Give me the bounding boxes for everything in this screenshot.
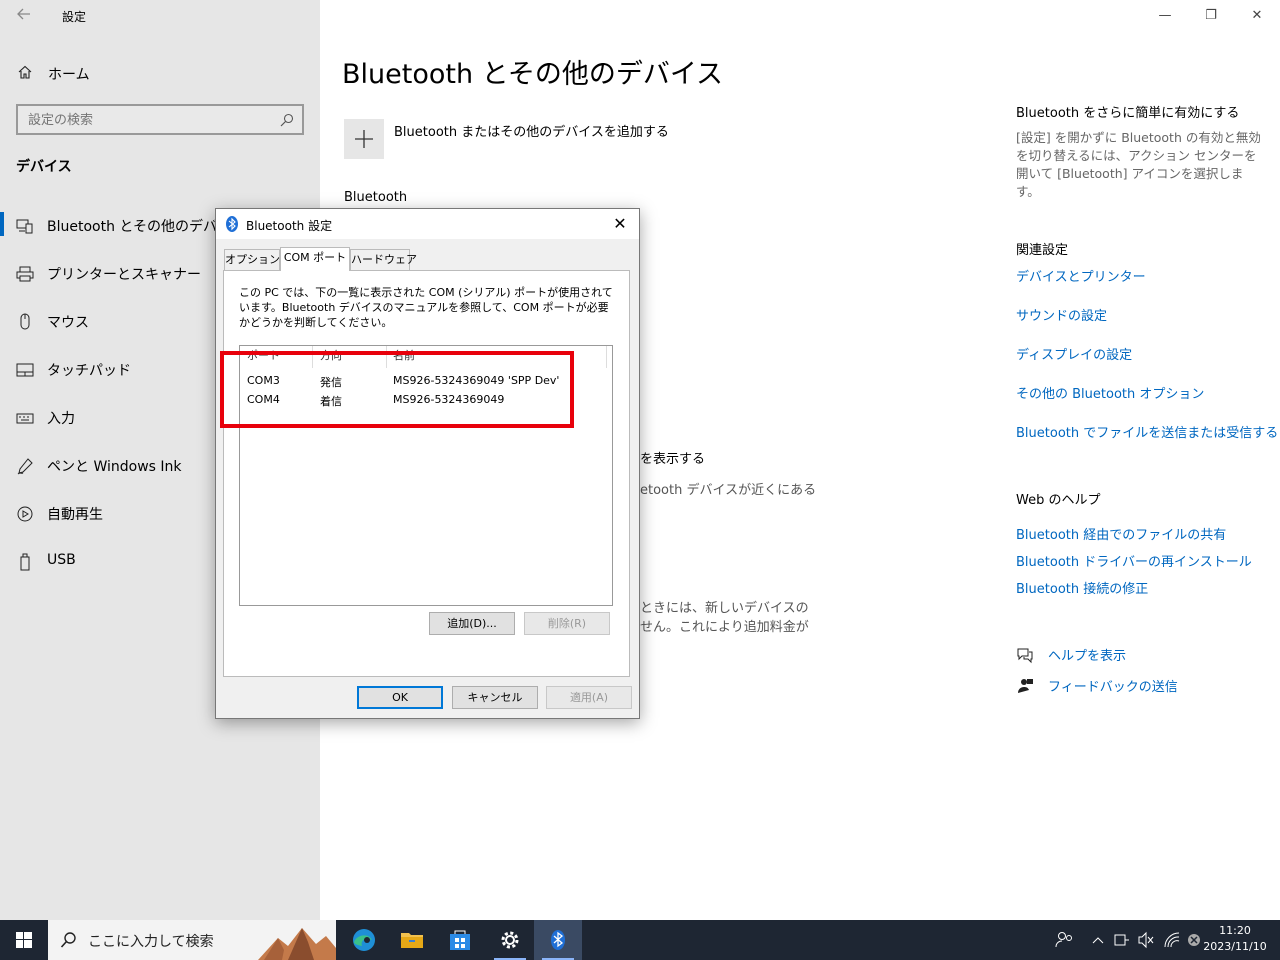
add-device-button[interactable]: Bluetooth またはその他のデバイスを追加する — [344, 119, 744, 159]
keyboard-icon — [16, 409, 34, 427]
link-send-feedback[interactable]: フィードバックの送信 — [1048, 676, 1178, 695]
link-devices-printers[interactable]: デバイスとプリンター — [1016, 266, 1146, 285]
store-icon[interactable] — [436, 920, 484, 960]
com-ports-description: この PC では、下の一覧に表示された COM (シリアル) ポートが使用されて… — [239, 286, 613, 329]
network-icon[interactable] — [1112, 920, 1132, 960]
chevron-up-icon[interactable] — [1088, 920, 1108, 960]
remove-port-button[interactable]: 削除(R) — [524, 612, 610, 635]
window-title: 設定 — [62, 10, 87, 24]
add-port-button[interactable]: 追加(D)... — [429, 612, 515, 635]
taskbar-search-box[interactable]: ここに入力して検索 — [48, 920, 336, 960]
bluetooth-settings-dialog: Bluetooth 設定 ✕ オプション COM ポート ハードウェア この P… — [215, 208, 640, 719]
link-display-settings[interactable]: ディスプレイの設定 — [1016, 344, 1132, 363]
partial-text: ときには、新しいデバイスの — [640, 601, 809, 616]
close-button[interactable]: ✕ — [1247, 6, 1267, 26]
link-send-receive-files[interactable]: Bluetooth でファイルを送信または受信する — [1016, 422, 1278, 441]
taskbar-search-placeholder: ここに入力して検索 — [88, 934, 214, 950]
file-explorer-icon[interactable] — [388, 920, 436, 960]
back-arrow-icon[interactable] — [14, 6, 34, 26]
section-title-devices: デバイス — [16, 159, 72, 175]
dialog-close-button[interactable]: ✕ — [609, 213, 631, 235]
sidebar-item-label: 入力 — [47, 411, 75, 427]
minimize-button[interactable]: — — [1155, 6, 1175, 26]
mouse-icon — [16, 313, 34, 331]
link-more-bluetooth-options[interactable]: その他の Bluetooth オプション — [1016, 383, 1204, 402]
link-get-help[interactable]: ヘルプを表示 — [1048, 645, 1126, 664]
enable-heading: Bluetooth をさらに簡単に有効にする — [1016, 106, 1240, 121]
pen-icon — [16, 457, 34, 475]
column-separator — [606, 346, 607, 368]
settings-search-box[interactable] — [16, 104, 304, 135]
link-fix-connection[interactable]: Bluetooth 接続の修正 — [1016, 578, 1148, 597]
taskbar: ここに入力して検索 11:20 2023/11/10 — [0, 920, 1280, 960]
link-sound-settings[interactable]: サウンドの設定 — [1016, 305, 1107, 324]
home-nav-item[interactable]: ホーム — [0, 58, 320, 88]
tab-com-ports[interactable]: COM ポート — [280, 247, 350, 271]
start-button[interactable] — [0, 920, 48, 960]
tab-hardware[interactable]: ハードウェア — [350, 249, 417, 270]
printer-icon — [16, 265, 34, 283]
help-chat-icon — [1016, 646, 1034, 664]
touchpad-icon — [16, 361, 34, 379]
add-device-label: Bluetooth またはその他のデバイスを追加する — [394, 125, 669, 140]
highlight-box — [220, 351, 574, 428]
feedback-icon — [1016, 677, 1034, 695]
usb-icon — [16, 553, 34, 571]
settings-search-input[interactable] — [28, 110, 268, 130]
sidebar-item-label: ペンと Windows Ink — [47, 459, 182, 475]
wifi-icon[interactable] — [1162, 920, 1182, 960]
home-icon — [17, 64, 33, 80]
link-reinstall-driver[interactable]: Bluetooth ドライバーの再インストール — [1016, 551, 1252, 570]
search-icon — [280, 112, 294, 127]
ok-button[interactable]: OK — [357, 686, 443, 709]
sidebar-item-label: タッチパッド — [47, 363, 131, 379]
search-icon — [60, 931, 78, 949]
home-label: ホーム — [48, 67, 90, 83]
sidebar-item-label: 自動再生 — [47, 507, 103, 523]
bluetooth-section-heading: Bluetooth — [344, 190, 408, 205]
partial-text: etooth デバイスが近くにある — [640, 483, 817, 498]
bluetooth-icon[interactable] — [534, 920, 582, 960]
web-help-heading: Web のヘルプ — [1016, 493, 1101, 508]
clock-time: 11:20 — [1219, 924, 1251, 937]
plus-icon — [344, 119, 384, 159]
partial-text: を表示する — [640, 452, 706, 467]
autoplay-icon — [16, 505, 34, 523]
sidebar-item-label: USB — [47, 552, 76, 568]
apply-button[interactable]: 適用(A) — [546, 686, 632, 709]
sidebar-item-label: プリンターとスキャナー — [47, 267, 201, 283]
link-share-files[interactable]: Bluetooth 経由でのファイルの共有 — [1016, 524, 1226, 543]
related-heading: 関連設定 — [1016, 243, 1069, 258]
settings-icon[interactable] — [486, 920, 534, 960]
com-ports-panel: この PC では、下の一覧に表示された COM (シリアル) ポートが使用されて… — [223, 270, 630, 677]
sidebar-item-label: マウス — [47, 315, 89, 331]
enable-description: [設定] を開かずに Bluetooth の有効と無効を切り替えるには、アクショ… — [1016, 130, 1261, 199]
dialog-titlebar: Bluetooth 設定 ✕ — [216, 209, 639, 239]
restore-button[interactable]: ❐ — [1201, 6, 1221, 26]
tab-options[interactable]: オプション — [224, 249, 280, 270]
bluetooth-icon — [225, 216, 239, 232]
partial-text: せん。これにより追加料金が — [640, 620, 809, 635]
edge-icon[interactable] — [340, 920, 388, 960]
taskbar-clock[interactable]: 11:20 2023/11/10 — [1200, 923, 1270, 955]
search-highlight-image — [258, 928, 336, 960]
page-title: Bluetooth とその他のデバイス — [342, 59, 724, 90]
clock-date: 2023/11/10 — [1203, 940, 1267, 953]
dialog-title: Bluetooth 設定 — [246, 219, 333, 233]
volume-muted-icon[interactable] — [1136, 920, 1156, 960]
bluetooth-devices-icon — [16, 217, 34, 235]
people-icon[interactable] — [1052, 920, 1076, 960]
cancel-button[interactable]: キャンセル — [452, 686, 538, 709]
